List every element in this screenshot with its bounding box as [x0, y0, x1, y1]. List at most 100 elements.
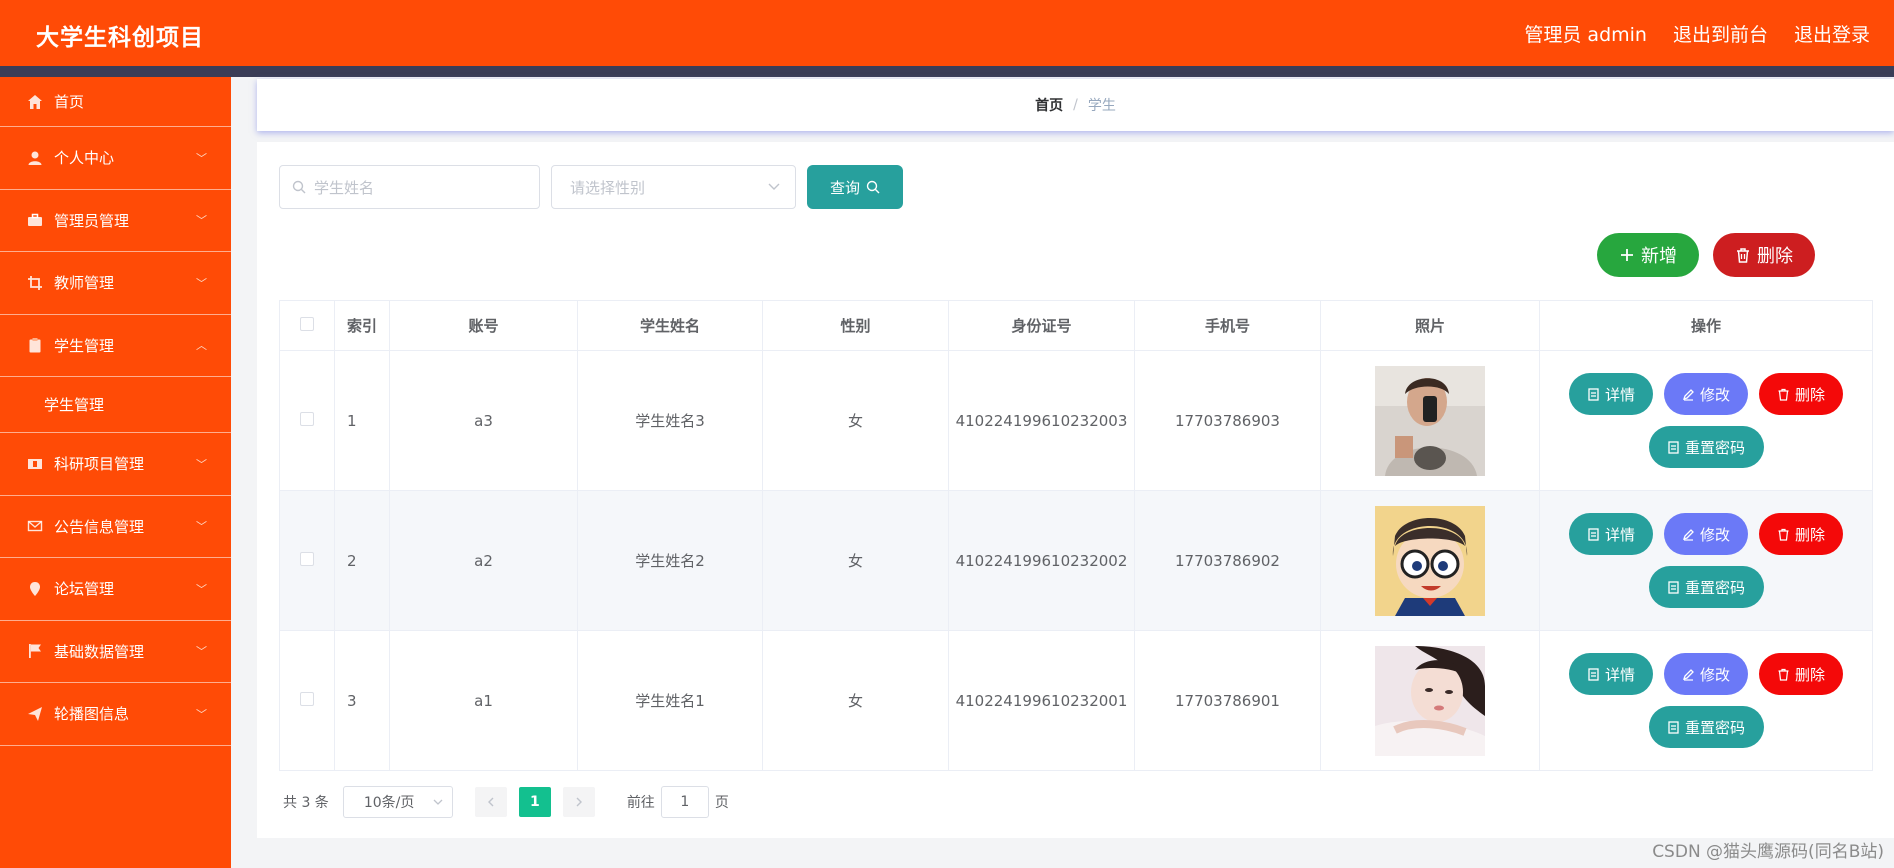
batch-delete-button[interactable]: 删除 — [1713, 233, 1815, 277]
account-cell: a1 — [389, 630, 578, 771]
reset-password-button-label: 重置密码 — [1684, 718, 1745, 737]
back-to-frontend-link[interactable]: 退出到前台 — [1673, 20, 1768, 47]
app-title: 大学生科创项目 — [36, 25, 204, 51]
table-row: 3 a1 学生姓名1 女 410224199610232001 17703786… — [279, 630, 1873, 771]
breadcrumb-home[interactable]: 首页 — [1035, 95, 1063, 115]
breadcrumb-separator: / — [1073, 97, 1078, 113]
document-icon — [1587, 667, 1600, 681]
document-icon — [1667, 580, 1680, 594]
next-page-button[interactable] — [562, 787, 595, 817]
document-icon — [1667, 440, 1680, 454]
sidebar-item-personal-center[interactable]: 个人中心 ﹀ — [0, 127, 231, 190]
reset-password-button[interactable]: 重置密码 — [1648, 706, 1764, 748]
sidebar-item-home[interactable]: 首页 — [0, 77, 231, 127]
document-icon — [1667, 720, 1680, 734]
row-checkbox[interactable] — [300, 691, 314, 706]
chevron-right-icon — [573, 796, 585, 808]
user-icon — [26, 149, 44, 167]
edit-button[interactable]: 修改 — [1664, 373, 1748, 415]
edit-button-label: 修改 — [1699, 525, 1730, 544]
student-table: 索引 账号 学生姓名 性别 身份证号 手机号 照片 操作 1 a3 学生姓名3 … — [279, 300, 1873, 771]
row-checkbox[interactable] — [300, 551, 314, 566]
home-icon — [26, 93, 44, 111]
edit-button-label: 修改 — [1699, 385, 1730, 404]
sidebar-item-student-management[interactable]: 学生管理 ︿ — [0, 315, 231, 377]
delete-button[interactable]: 删除 — [1759, 653, 1843, 695]
edit-button[interactable]: 修改 — [1664, 653, 1748, 695]
detail-button[interactable]: 详情 — [1569, 373, 1653, 415]
sidebar-item-basic-data-management[interactable]: 基础数据管理 ﹀ — [0, 621, 231, 683]
chevron-up-icon: ︿ — [196, 339, 207, 353]
chevron-down-icon: ﹀ — [196, 520, 207, 534]
phone-cell: 17703786903 — [1134, 350, 1321, 491]
search-icon — [292, 180, 306, 194]
delete-button-label: 删除 — [1794, 385, 1825, 404]
chevron-down-icon: ﹀ — [196, 151, 207, 165]
operations-cell: 详情 修改 删除 重置密码 — [1539, 350, 1873, 491]
trash-icon — [1777, 388, 1790, 401]
query-button[interactable]: 查询 — [807, 165, 903, 209]
sidebar-item-teacher-management[interactable]: 教师管理 ﹀ — [0, 252, 231, 315]
sidebar-item-label: 轮播图信息 — [54, 705, 130, 724]
goto-page-input[interactable]: 1 — [660, 786, 709, 818]
query-button-label: 查询 — [829, 178, 860, 197]
index-cell: 1 — [334, 350, 390, 491]
detail-button[interactable]: 详情 — [1569, 513, 1653, 555]
briefcase-icon — [26, 211, 44, 229]
student-photo — [1375, 645, 1485, 756]
sidebar-item-research-project-management[interactable]: 科研项目管理 ﹀ — [0, 433, 231, 496]
id-number-cell: 410224199610232002 — [948, 490, 1135, 631]
gender-select[interactable]: 请选择性别 — [551, 165, 796, 209]
student-name-search-input[interactable]: 学生姓名 — [279, 165, 540, 209]
document-icon — [1587, 387, 1600, 401]
account-cell: a2 — [389, 490, 578, 631]
sidebar-item-announcement-management[interactable]: 公告信息管理 ﹀ — [0, 496, 231, 558]
reset-password-button[interactable]: 重置密码 — [1648, 426, 1764, 468]
row-checkbox[interactable] — [300, 411, 314, 426]
chevron-down-icon: ﹀ — [196, 457, 207, 471]
page-size-value: 10条/页 — [363, 795, 415, 811]
table-row: 2 a2 学生姓名2 女 410224199610232002 17703786… — [279, 490, 1873, 631]
sidebar-subitem-student-management[interactable]: 学生管理 — [0, 377, 231, 433]
detail-button[interactable]: 详情 — [1569, 653, 1653, 695]
edit-button[interactable]: 修改 — [1664, 513, 1748, 555]
delete-button[interactable]: 删除 — [1759, 513, 1843, 555]
plus-icon — [1619, 247, 1635, 263]
sidebar-item-carousel-info[interactable]: 轮播图信息 ﹀ — [0, 683, 231, 746]
logout-link[interactable]: 退出登录 — [1794, 20, 1870, 47]
page-size-select[interactable]: 10条/页 — [342, 786, 453, 818]
detail-button-label: 详情 — [1604, 385, 1635, 404]
trash-icon — [1735, 247, 1751, 263]
pencil-icon — [1682, 388, 1695, 401]
detail-button-label: 详情 — [1604, 525, 1635, 544]
chevron-down-icon: ﹀ — [196, 707, 207, 721]
add-button[interactable]: 新增 — [1597, 233, 1699, 277]
select-all-cell — [279, 300, 335, 351]
reset-password-button[interactable]: 重置密码 — [1648, 566, 1764, 608]
reset-password-button-label: 重置密码 — [1684, 438, 1745, 457]
sidebar-item-label: 学生管理 — [54, 336, 115, 355]
mail-icon — [26, 517, 44, 535]
delete-button[interactable]: 删除 — [1759, 373, 1843, 415]
detail-button-label: 详情 — [1604, 665, 1635, 684]
sidebar-item-label: 首页 — [54, 93, 85, 111]
student-photo — [1375, 505, 1485, 616]
delete-button-label: 删除 — [1794, 525, 1825, 544]
sidebar-item-forum-management[interactable]: 论坛管理 ﹀ — [0, 558, 231, 621]
gender-cell: 女 — [762, 350, 949, 491]
admin-user-link[interactable]: 管理员 admin — [1524, 20, 1647, 47]
row-select-cell — [279, 630, 335, 771]
breadcrumb: 首页 / 学生 — [257, 79, 1894, 131]
student-name-placeholder: 学生姓名 — [314, 178, 375, 197]
prev-page-button[interactable] — [474, 787, 507, 817]
location-icon — [26, 580, 44, 598]
sidebar-item-label: 论坛管理 — [54, 580, 115, 599]
student-name-cell: 学生姓名3 — [577, 350, 763, 491]
sidebar-item-admin-management[interactable]: 管理员管理 ﹀ — [0, 190, 231, 252]
column-header: 手机号 — [1134, 300, 1321, 351]
row-select-cell — [279, 350, 335, 491]
select-all-checkbox[interactable] — [300, 316, 314, 331]
goto-prefix: 前往 — [626, 795, 655, 811]
pencil-icon — [1682, 528, 1695, 541]
page-number-current[interactable]: 1 — [518, 787, 551, 817]
